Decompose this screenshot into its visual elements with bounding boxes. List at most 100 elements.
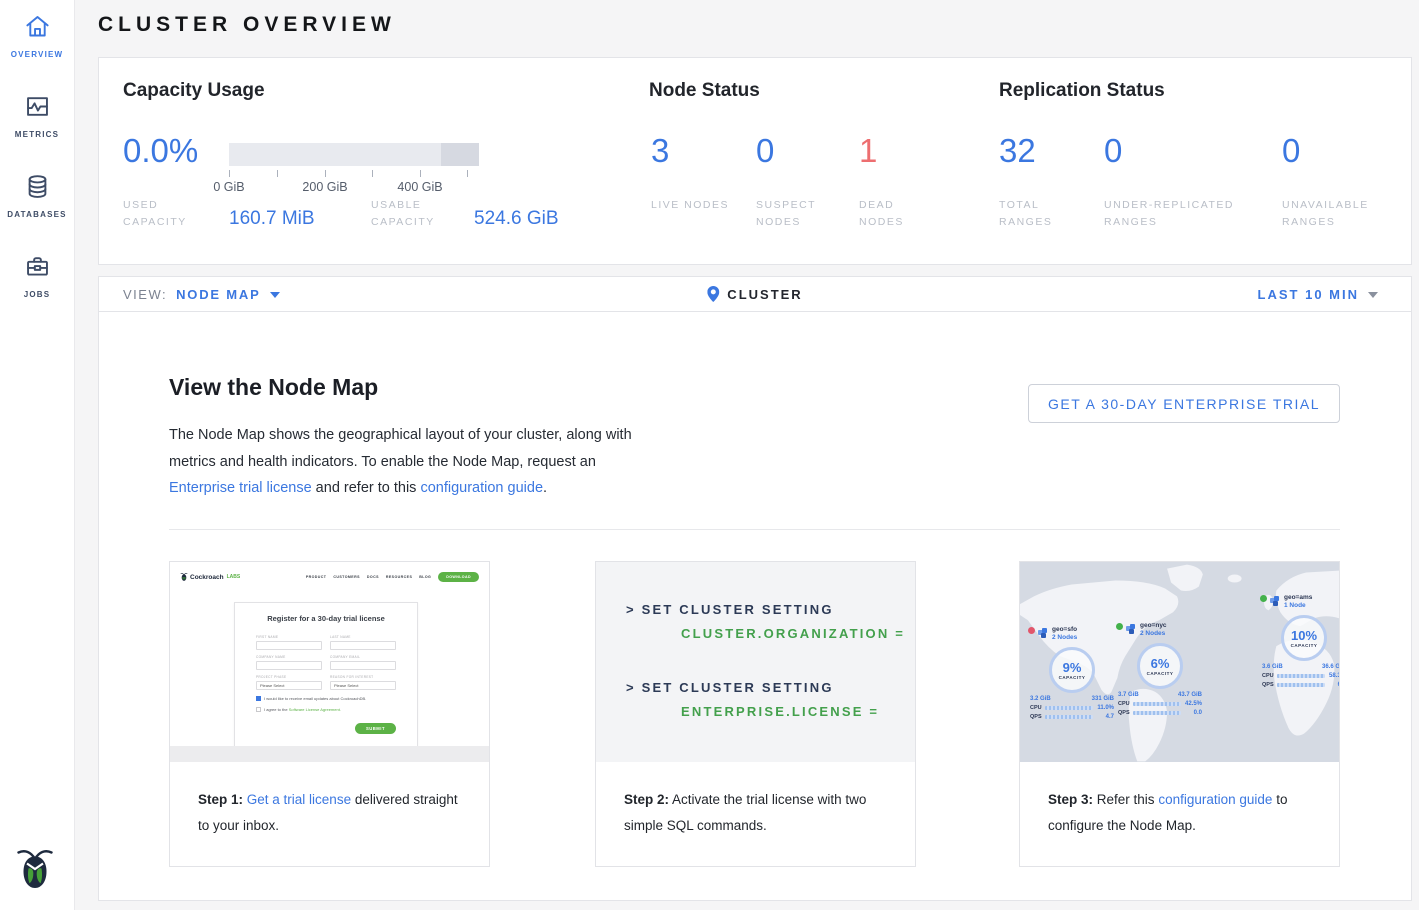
live-nodes-label: LIVE NODES (651, 197, 731, 214)
step-2-card: > SET CLUSTER SETTING CLUSTER.ORGANIZATI… (595, 561, 916, 867)
capacity-donut: 9% CAPACITY (1049, 647, 1095, 693)
submit-button: SUBMIT (355, 723, 396, 734)
locality-node-count: 2 Nodes (1052, 634, 1077, 642)
sidebar-item-label: OVERVIEW (0, 50, 74, 59)
caption-text: Refer this (1097, 792, 1155, 807)
sidebar-item-metrics[interactable]: METRICS (0, 80, 74, 160)
database-icon (24, 187, 51, 204)
step-3-caption: Step 3: Refer this configuration guide t… (1020, 762, 1339, 839)
locality-node-count: 2 Nodes (1140, 630, 1167, 638)
enterprise-trial-button[interactable]: GET A 30-DAY ENTERPRISE TRIAL (1028, 384, 1340, 423)
project-phase-select: Please Select (256, 681, 322, 690)
sidebar-item-label: DATABASES (0, 210, 74, 219)
capacity-gauge (229, 143, 479, 166)
map-pin-icon (707, 286, 719, 302)
qps-value: 4.7 (1096, 714, 1114, 720)
step-number: Step 1: (198, 792, 243, 807)
checkbox-label: I would like to receive email updates ab… (264, 696, 366, 701)
get-trial-license-link[interactable]: Get a trial license (247, 792, 351, 807)
under-replicated-ranges-label: UNDER-REPLICATED RANGES (1104, 197, 1274, 231)
used-capacity-value: 160.7 MiB (229, 208, 315, 230)
warning-status-icon (1028, 627, 1035, 634)
chevron-down-icon (270, 292, 280, 298)
locality-badge-nyc: geo=nyc 2 Nodes 6% CAPACITY 3.7 GiB 43.7… (1116, 622, 1204, 716)
gauge-tick (467, 170, 468, 177)
healthy-status-icon (1260, 595, 1267, 602)
capacity-percent: 9% (1063, 661, 1082, 674)
gauge-tick (420, 170, 421, 177)
sidebar-item-label: METRICS (0, 130, 74, 139)
total-capacity: 43.7 GiB (1178, 692, 1202, 698)
logo-text: Cockroach (190, 574, 224, 581)
nav-docs: DOCS (367, 575, 379, 579)
healthy-status-icon (1116, 623, 1123, 630)
sidebar-item-overview[interactable]: OVERVIEW (0, 0, 74, 80)
configuration-guide-link[interactable]: configuration guide (1158, 792, 1272, 807)
cpu-label: CPU (1118, 701, 1130, 707)
total-capacity: 331 GiB (1092, 696, 1114, 702)
trial-registration-form: Register for a 30-day trial license FIRS… (234, 602, 418, 748)
cpu-label: CPU (1262, 673, 1274, 679)
qps-bar (1133, 711, 1181, 715)
first-name-input (256, 641, 322, 650)
dead-nodes-label: DEAD NODES (859, 197, 939, 231)
replication-status-title: Replication Status (999, 80, 1165, 102)
breadcrumb[interactable]: CLUSTER (707, 277, 802, 311)
field-label: COMPANY EMAIL (330, 655, 396, 659)
usable-capacity-label: USABLE CAPACITY (371, 197, 443, 231)
cpu-label: CPU (1030, 705, 1042, 711)
view-toolbar: VIEW: NODE MAP CLUSTER LAST 10 MIN (98, 276, 1412, 312)
sidebar-item-databases[interactable]: DATABASES (0, 160, 74, 240)
total-ranges-value: 32 (999, 134, 1036, 167)
gauge-tick (229, 170, 230, 177)
unavailable-ranges-value: 0 (1282, 134, 1300, 167)
enterprise-trial-license-link[interactable]: Enterprise trial license (169, 480, 312, 496)
qps-value: 0.0 (1184, 710, 1202, 716)
sql-command: > SET CLUSTER SETTING (626, 680, 834, 695)
step-number: Step 2: (624, 792, 669, 807)
locality-badge-ams: geo=ams 1 Node 10% CAPACITY 3.6 GiB 36.6… (1260, 594, 1339, 688)
cluster-summary-panel: Capacity Usage 0.0% 0 GiB 200 GiB 400 Gi… (98, 57, 1412, 265)
time-range-selector[interactable]: LAST 10 MIN (1258, 277, 1378, 311)
checkbox-label: I agree to the Software License Agreemen… (264, 707, 341, 712)
locality-badge-sfo: geo=sfo 2 Nodes 9% CAPACITY 3.2 GiB 331 … (1028, 626, 1116, 720)
license-agreement-checkbox (256, 707, 261, 712)
capacity-donut: 10% CAPACITY (1281, 615, 1327, 661)
used-capacity: 3.6 GiB (1262, 664, 1283, 670)
sql-command: > SET CLUSTER SETTING (626, 602, 834, 617)
view-selector[interactable]: VIEW: NODE MAP (123, 277, 280, 311)
locality-node-count: 1 Node (1284, 602, 1312, 610)
time-range-value: LAST 10 MIN (1258, 287, 1359, 302)
step-3-card: geo=sfo 2 Nodes 9% CAPACITY 3.2 GiB 331 … (1019, 561, 1340, 867)
capacity-label: CAPACITY (1147, 671, 1174, 676)
cluster-overview-page: OVERVIEW METRICS DATABASES (0, 0, 1419, 910)
cpu-bar (1133, 702, 1181, 706)
field-label: FIRST NAME (256, 635, 322, 639)
cockroachdb-logo (15, 846, 55, 894)
node-map-section: View the Node Map The Node Map shows the… (98, 311, 1412, 901)
cpu-value: 42.5% (1184, 701, 1202, 707)
reason-select: Please Select (330, 681, 396, 690)
section-description: The Node Map shows the geographical layo… (169, 422, 649, 502)
cpu-bar (1277, 674, 1325, 678)
node-status-title: Node Status (649, 80, 760, 102)
configuration-guide-link[interactable]: configuration guide (420, 480, 543, 496)
logo-suffix: LABS (227, 574, 241, 580)
field-label: LAST NAME (330, 635, 396, 639)
locality-name: geo=nyc (1140, 622, 1167, 630)
section-divider (169, 529, 1340, 530)
field-label: REASON FOR INTEREST (330, 675, 396, 679)
description-line: Enterprise trial license and refer to th… (169, 475, 649, 502)
nav-resources: RESOURCES (386, 575, 412, 579)
last-name-input (330, 641, 396, 650)
sidebar-item-jobs[interactable]: JOBS (0, 240, 74, 320)
qps-bar (1277, 683, 1325, 687)
cpu-value: 11.0% (1096, 705, 1114, 711)
section-heading: View the Node Map (169, 374, 378, 401)
capacity-percent: 6% (1151, 657, 1170, 670)
dead-nodes-value: 1 (859, 134, 877, 167)
gauge-tick (325, 170, 326, 177)
capacity-percent-value: 0.0% (123, 134, 198, 167)
nav-customers: CUSTOMERS (333, 575, 360, 579)
gauge-tick-label: 0 GiB (213, 180, 244, 194)
